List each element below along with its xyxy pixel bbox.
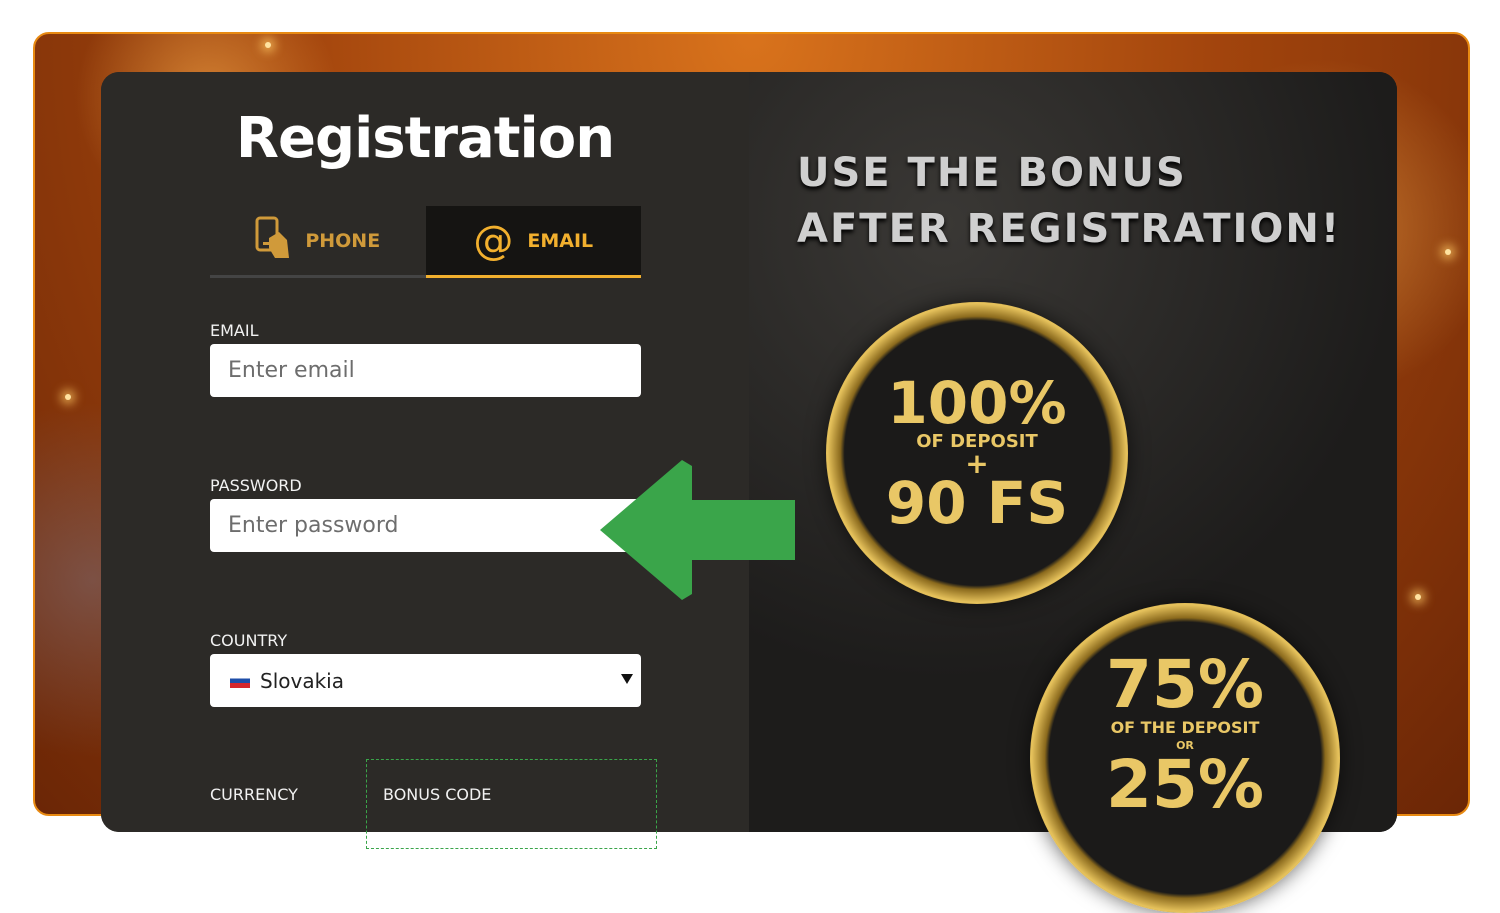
sparkle bbox=[265, 42, 271, 48]
password-field[interactable] bbox=[210, 499, 641, 552]
pointer-arrow-icon bbox=[600, 460, 795, 600]
sparkle bbox=[1415, 594, 1421, 600]
promo-title-line1: USE THE BONUS bbox=[797, 150, 1187, 196]
tab-phone[interactable]: PHONE bbox=[210, 206, 426, 275]
bonus-line: OF THE DEPOSIT bbox=[1110, 718, 1260, 737]
registration-tabs: PHONE @ EMAIL bbox=[210, 206, 641, 278]
registration-form-panel bbox=[101, 72, 749, 832]
currency-label: CURRENCY bbox=[210, 785, 298, 804]
bonus-percent-partial: 25% bbox=[1106, 746, 1264, 823]
tab-email[interactable]: @ EMAIL bbox=[425, 206, 641, 278]
chevron-down-icon bbox=[621, 674, 633, 684]
bonus-code-label: BONUS CODE bbox=[383, 785, 492, 804]
phone-icon bbox=[255, 216, 291, 265]
promo-title: USE THE BONUS AFTER REGISTRATION! bbox=[797, 145, 1341, 257]
slovakia-flag-icon bbox=[230, 673, 250, 688]
sparkle bbox=[1445, 249, 1451, 255]
bonus-percent: 75% bbox=[1106, 646, 1264, 723]
bonus-code-highlight bbox=[366, 759, 657, 849]
email-label: EMAIL bbox=[210, 321, 259, 340]
page-title: Registration bbox=[235, 106, 615, 171]
promo-title-line2: AFTER REGISTRATION! bbox=[797, 206, 1342, 252]
sparkle bbox=[65, 394, 71, 400]
at-icon: @ bbox=[473, 217, 514, 264]
bonus-coin-first-deposit: 100% OF DEPOSIT + 90 FS bbox=[826, 302, 1128, 604]
tab-phone-label: PHONE bbox=[305, 229, 381, 252]
bonus-percent: 100% bbox=[887, 369, 1067, 437]
tab-email-label: EMAIL bbox=[527, 229, 594, 252]
password-label: PASSWORD bbox=[210, 476, 302, 495]
country-label: COUNTRY bbox=[210, 631, 288, 650]
email-field[interactable] bbox=[210, 344, 641, 397]
bonus-free-spins: 90 FS bbox=[885, 469, 1069, 537]
country-value: Slovakia bbox=[260, 668, 344, 693]
country-select[interactable]: Slovakia bbox=[210, 654, 641, 707]
bonus-coin-second-deposit: 75% OF THE DEPOSIT OR 25% bbox=[1030, 603, 1340, 913]
